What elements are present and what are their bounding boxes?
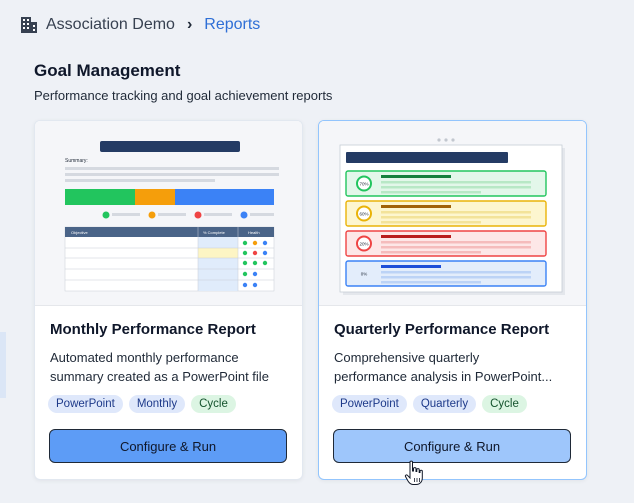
tag-powerpoint: PowerPoint xyxy=(332,395,407,413)
chevron-right-icon: › xyxy=(186,16,193,33)
quarterly-report-preview: 70% 60% 20% 0% xyxy=(319,121,586,306)
preview-progress-4: 0% xyxy=(361,271,368,276)
card-title: Monthly Performance Report xyxy=(50,321,256,338)
tag-cycle: Cycle xyxy=(482,395,527,413)
sidebar-edge xyxy=(0,332,6,398)
preview-col-objective: Objective xyxy=(71,230,88,235)
breadcrumb-current[interactable]: Reports xyxy=(204,16,260,34)
tag-powerpoint: PowerPoint xyxy=(48,395,123,413)
breadcrumb-root-link[interactable]: Association Demo xyxy=(46,16,175,34)
preview-progress-1: 70% xyxy=(359,181,368,186)
tag-monthly: Monthly xyxy=(128,395,186,413)
building-icon xyxy=(21,17,37,33)
preview-progress-3: 20% xyxy=(359,241,368,246)
breadcrumb: Association Demo › Reports xyxy=(20,14,260,36)
card-description: Comprehensive quarterly performance anal… xyxy=(334,348,574,386)
card-description-line-1: Automated monthly performance xyxy=(50,350,239,365)
configure-run-button[interactable]: Configure & Run xyxy=(333,429,571,463)
preview-progress-2: 60% xyxy=(359,211,368,216)
report-card-quarterly[interactable]: 70% 60% 20% 0% Quarterly Performance Rep… xyxy=(318,120,587,480)
tag-quarterly: Quarterly xyxy=(412,395,477,413)
card-description-line-2: performance analysis in PowerPoint... xyxy=(334,369,553,384)
preview-col-complete: % Complete xyxy=(203,230,226,235)
card-title: Quarterly Performance Report xyxy=(334,321,550,338)
card-tags: PowerPoint Quarterly Cycle xyxy=(332,395,527,413)
tag-cycle: Cycle xyxy=(191,395,236,413)
section-subtitle: Performance tracking and goal achievemen… xyxy=(34,88,333,103)
card-tags: PowerPoint Monthly Cycle xyxy=(48,395,236,413)
section-title: Goal Management xyxy=(34,61,181,80)
preview-col-health: Health xyxy=(248,230,260,235)
report-card-monthly[interactable]: Summary: Objective % Complete Health Mon… xyxy=(34,120,303,480)
card-description-line-2: summary created as a PowerPoint file xyxy=(50,369,269,384)
configure-run-button[interactable]: Configure & Run xyxy=(49,429,287,463)
card-description: Automated monthly performance summary cr… xyxy=(50,348,290,386)
hand-pointer-icon xyxy=(404,460,423,485)
monthly-report-preview: Summary: Objective % Complete Health xyxy=(35,121,302,306)
preview-summary-label: Summary: xyxy=(65,158,88,164)
card-description-line-1: Comprehensive quarterly xyxy=(334,350,480,365)
